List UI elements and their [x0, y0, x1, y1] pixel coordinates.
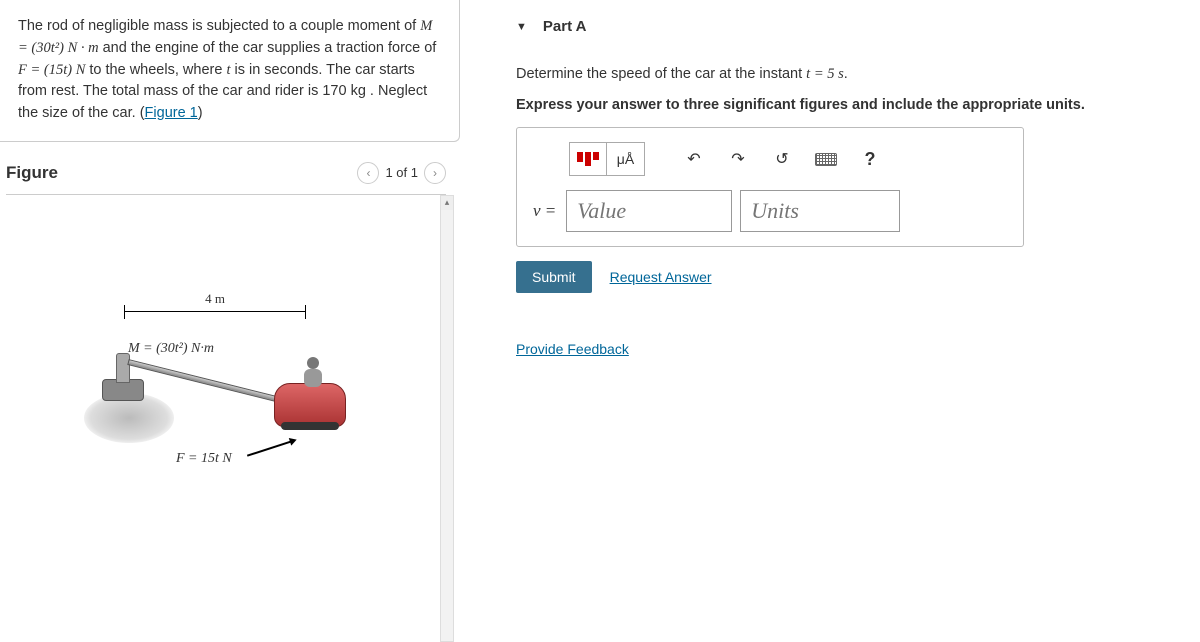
keyboard-icon — [815, 153, 837, 166]
label-M: M = (30t²) N·m — [128, 341, 214, 357]
answer-box: μÅ ↶ ↷ ↺ ? v = — [516, 127, 1024, 247]
figure-counter: 1 of 1 — [385, 165, 418, 180]
templates-button[interactable] — [569, 142, 607, 176]
expr-F: F = (15t) N — [18, 62, 85, 78]
value-input[interactable] — [566, 190, 732, 232]
force-arrow — [247, 439, 295, 456]
figure-link[interactable]: Figure 1 — [145, 105, 198, 121]
request-answer-link[interactable]: Request Answer — [610, 269, 712, 285]
keyboard-button[interactable] — [807, 142, 845, 176]
templates-icon — [577, 152, 599, 166]
provide-feedback-link[interactable]: Provide Feedback — [516, 341, 629, 357]
figure-title: Figure — [6, 163, 58, 183]
prompt-line-2: Express your answer to three significant… — [516, 94, 1192, 117]
figure-prev-button[interactable]: ‹ — [357, 162, 379, 184]
rider — [302, 357, 324, 387]
car — [274, 383, 346, 427]
help-button[interactable]: ? — [851, 142, 889, 176]
submit-button[interactable]: Submit — [516, 261, 592, 293]
figure-next-button[interactable]: › — [424, 162, 446, 184]
label-F: F = 15t N — [176, 451, 232, 467]
collapse-caret-icon[interactable]: ▼ — [516, 21, 527, 33]
units-input[interactable] — [740, 190, 900, 232]
part-title: Part A — [543, 18, 587, 35]
dim-label: 4 m — [205, 291, 225, 307]
problem-statement: The rod of negligible mass is subjected … — [0, 0, 460, 142]
prompt-line-1: Determine the speed of the car at the in… — [516, 63, 1192, 86]
figure-diagram: 4 m M = (30t²) N·m F = 15t N — [6, 195, 440, 642]
figure-scrollbar[interactable]: ▴ — [440, 195, 454, 642]
reset-button[interactable]: ↺ — [763, 142, 801, 176]
variable-label: v = — [533, 201, 556, 221]
undo-button[interactable]: ↶ — [675, 142, 713, 176]
units-symbol-button[interactable]: μÅ — [607, 142, 645, 176]
scroll-up-icon[interactable]: ▴ — [441, 196, 453, 210]
redo-button[interactable]: ↷ — [719, 142, 757, 176]
